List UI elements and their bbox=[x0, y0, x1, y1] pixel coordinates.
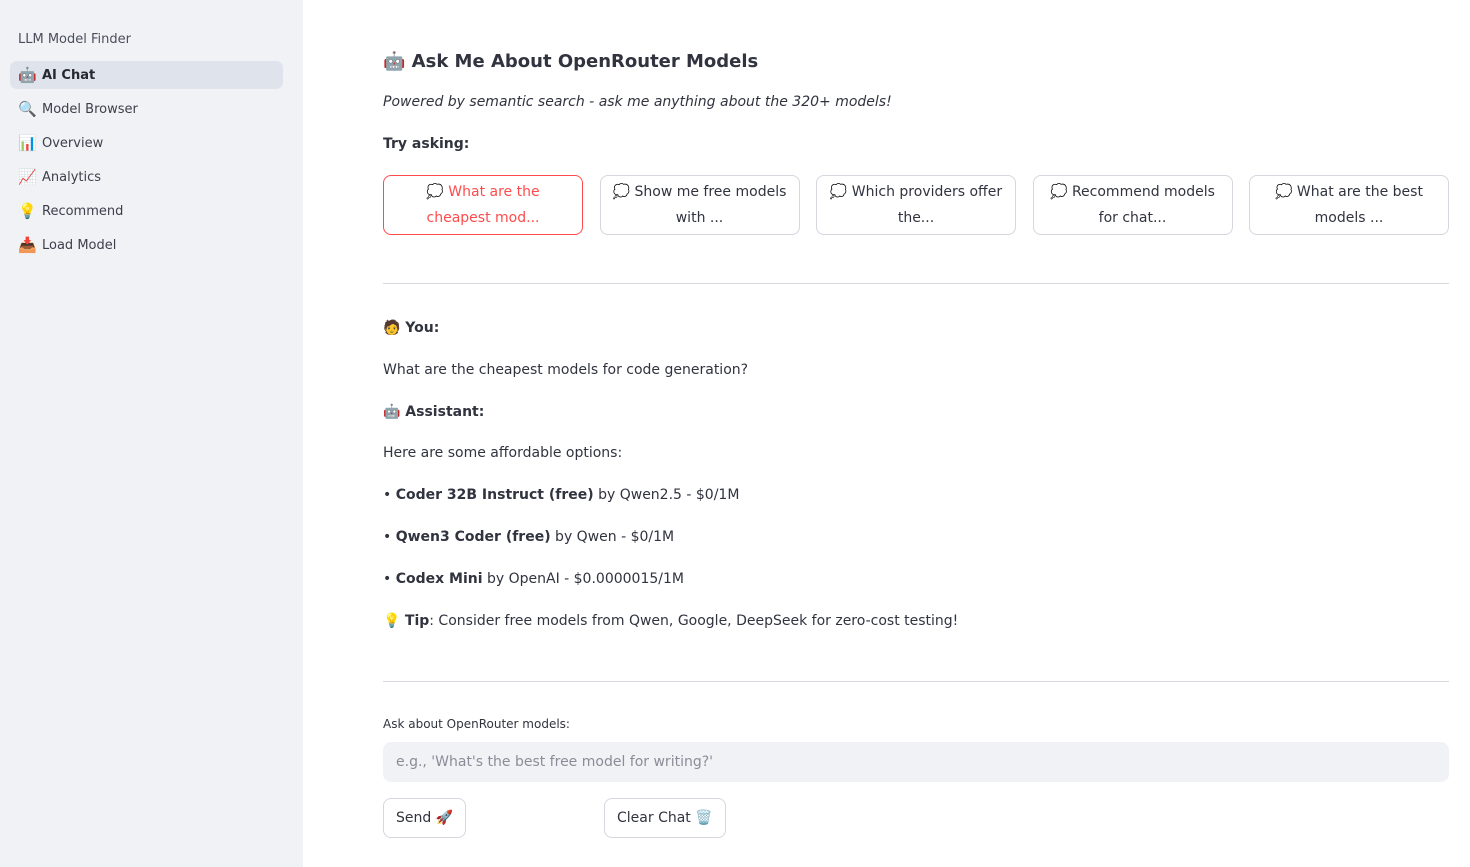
sidebar: LLM Model Finder 🤖 AI Chat 🔍 Model Brows… bbox=[0, 0, 303, 867]
clear-chat-button[interactable]: Clear Chat 🗑️ bbox=[604, 798, 726, 838]
bar-chart-icon: 📊 bbox=[18, 133, 37, 152]
inbox-tray-icon: 📥 bbox=[18, 235, 37, 254]
model-name: Coder 32B Instruct (free) bbox=[395, 487, 594, 504]
main-content: 🤖 Ask Me About OpenRouter Models Powered… bbox=[303, 0, 1470, 867]
sidebar-item-analytics[interactable]: 📈 Analytics bbox=[10, 163, 283, 191]
sidebar-item-label: AI Chat bbox=[42, 67, 96, 83]
divider bbox=[383, 283, 1449, 284]
chat-history: 🧑 You: What are the cheapest models for … bbox=[383, 318, 1449, 652]
suggestion-button-cheapest[interactable]: 💭 What are the cheapest mod... bbox=[383, 175, 583, 235]
user-message: What are the cheapest models for code ge… bbox=[383, 361, 749, 378]
sidebar-item-label: Analytics bbox=[42, 169, 102, 185]
magnifier-icon: 🔍 bbox=[18, 99, 37, 118]
sidebar-title: LLM Model Finder bbox=[18, 32, 131, 47]
suggestion-button-best-models[interactable]: 💭 What are the best models ... bbox=[1249, 175, 1449, 235]
sidebar-item-ai-chat[interactable]: 🤖 AI Chat bbox=[10, 61, 283, 89]
try-asking-label: Try asking: bbox=[383, 136, 470, 152]
sidebar-nav: 🤖 AI Chat 🔍 Model Browser 📊 Overview 📈 A… bbox=[0, 61, 303, 259]
sidebar-item-recommend[interactable]: 💡 Recommend bbox=[10, 197, 283, 225]
model-name: Codex Mini bbox=[395, 570, 483, 587]
sidebar-item-label: Overview bbox=[42, 135, 104, 151]
suggestion-button-free-models[interactable]: 💭 Show me free models with ... bbox=[599, 175, 800, 235]
trend-chart-icon: 📈 bbox=[18, 167, 37, 186]
suggestion-button-providers[interactable]: 💭 Which providers offer the... bbox=[816, 175, 1016, 235]
suggestion-button-recommend-chat[interactable]: 💭 Recommend models for chat... bbox=[1032, 175, 1233, 235]
sidebar-item-load-model[interactable]: 📥 Load Model bbox=[10, 231, 283, 259]
assistant-intro: Here are some affordable options: bbox=[383, 445, 623, 462]
divider bbox=[383, 681, 1449, 682]
chat-input-label: Ask about OpenRouter models: bbox=[383, 717, 570, 731]
page-title: 🤖 Ask Me About OpenRouter Models bbox=[383, 51, 759, 72]
lightbulb-icon: 💡 bbox=[18, 201, 37, 220]
page-subtitle: Powered by semantic search - ask me anyt… bbox=[383, 94, 892, 110]
chat-input[interactable] bbox=[383, 742, 1449, 782]
sidebar-item-label: Load Model bbox=[42, 237, 117, 253]
suggestion-buttons: 💭 What are the cheapest mod... 💭 Show me… bbox=[383, 175, 1449, 235]
list-item: • Codex Mini by OpenAI - $0.0000015/1M bbox=[383, 570, 684, 587]
sidebar-item-model-browser[interactable]: 🔍 Model Browser bbox=[10, 95, 283, 123]
lightbulb-icon: 💡 bbox=[383, 612, 401, 629]
sidebar-item-label: Model Browser bbox=[42, 101, 138, 117]
sidebar-item-label: Recommend bbox=[42, 203, 124, 219]
sidebar-item-overview[interactable]: 📊 Overview bbox=[10, 129, 283, 157]
robot-icon: 🤖 bbox=[18, 65, 37, 84]
user-label: 🧑 You: bbox=[383, 320, 440, 336]
tip-line: 💡 Tip: Consider free models from Qwen, G… bbox=[383, 612, 959, 629]
list-item: • Qwen3 Coder (free) by Qwen - $0/1M bbox=[383, 528, 675, 545]
list-item: • Coder 32B Instruct (free) by Qwen2.5 -… bbox=[383, 487, 740, 504]
assistant-label: 🤖 Assistant: bbox=[383, 403, 485, 420]
send-button[interactable]: Send 🚀 bbox=[383, 798, 467, 838]
model-name: Qwen3 Coder (free) bbox=[395, 528, 551, 545]
